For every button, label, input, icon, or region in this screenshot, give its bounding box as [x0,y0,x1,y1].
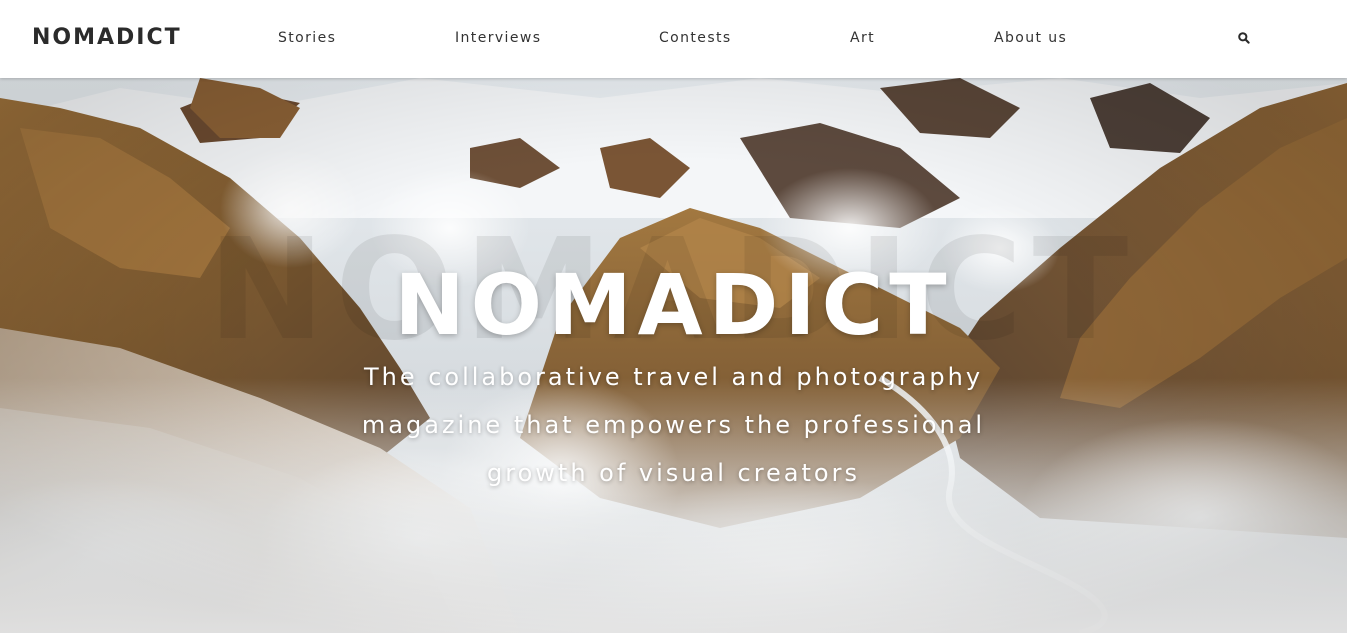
nav-item-interviews[interactable]: Interviews [455,29,541,47]
nav-item-stories[interactable]: Stories [278,29,336,47]
hero-section: NOMADICT NOMADICT The collaborative trav… [0,78,1347,633]
nav-item-about-us[interactable]: About us [994,29,1067,47]
hero-title: NOMADICT [394,256,953,354]
nav-item-contests[interactable]: Contests [659,29,732,47]
page: NOMADICT Stories Interviews Contests Art… [0,0,1347,633]
site-header: NOMADICT Stories Interviews Contests Art… [0,0,1347,78]
hero-subtitle: The collaborative travel and photography… [361,363,986,487]
search-button[interactable] [1236,30,1252,46]
search-icon [1238,32,1250,44]
nav-item-art[interactable]: Art [850,29,875,47]
site-logo[interactable]: NOMADICT [32,24,182,52]
